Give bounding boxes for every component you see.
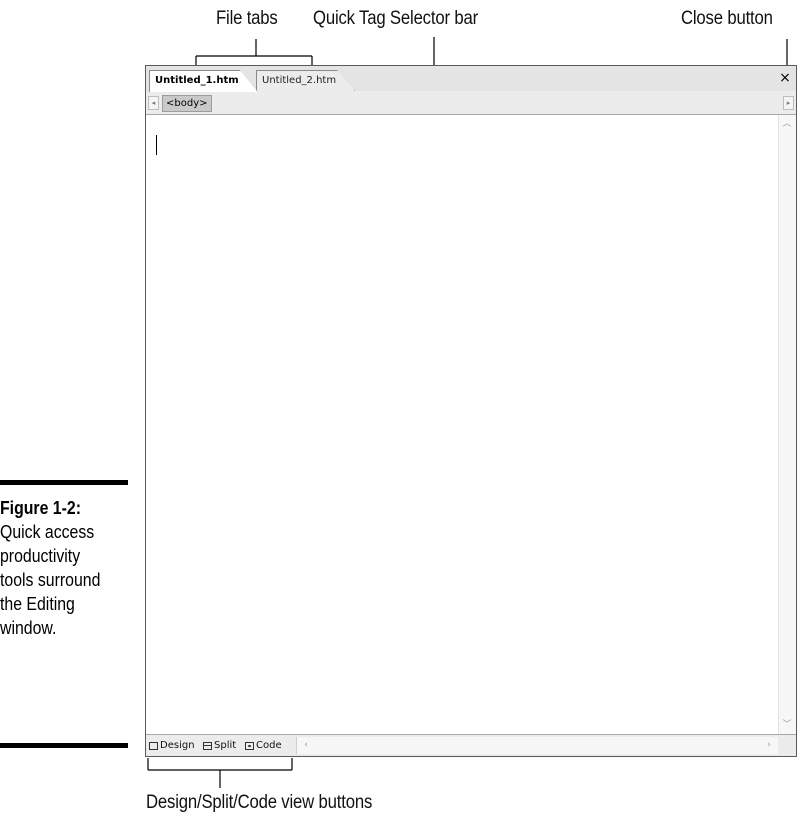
file-tab-bar: Untitled_1.htm Untitled_2.htm × xyxy=(146,66,796,92)
quick-tag-selector-bar: ◂ <body> ▸ xyxy=(146,91,796,115)
caption-bottom-rule xyxy=(0,743,128,748)
tag-scroll-left-icon[interactable]: ◂ xyxy=(148,96,159,110)
caption-top-rule xyxy=(0,480,128,485)
design-view-icon xyxy=(149,741,158,750)
horizontal-scrollbar[interactable]: ‹ › xyxy=(296,737,778,754)
vertical-scrollbar[interactable]: ︿ ﹀ xyxy=(778,115,796,734)
split-view-button[interactable]: Split xyxy=(203,738,236,753)
close-icon[interactable]: × xyxy=(778,70,792,86)
figure-caption: Figure 1-2: Quick access productivity to… xyxy=(0,496,116,640)
file-tab-untitled-1[interactable]: Untitled_1.htm xyxy=(149,70,258,92)
figure-caption-text: Quick access productivity tools surround… xyxy=(0,522,101,638)
figure-number: Figure 1-2: xyxy=(0,498,81,518)
file-tab-untitled-2[interactable]: Untitled_2.htm xyxy=(256,70,355,91)
editing-area[interactable] xyxy=(146,115,778,734)
design-label: Design xyxy=(160,740,195,751)
scroll-left-icon[interactable]: ‹ xyxy=(300,739,312,751)
body-tag-chip[interactable]: <body> xyxy=(162,95,212,112)
split-label: Split xyxy=(214,740,237,751)
editor-window: Untitled_1.htm Untitled_2.htm × ◂ <body>… xyxy=(145,65,797,757)
code-view-button[interactable]: Code xyxy=(245,738,282,753)
split-view-icon xyxy=(203,741,212,750)
design-view-button[interactable]: Design xyxy=(149,738,195,753)
tag-scroll-right-icon[interactable]: ▸ xyxy=(783,96,794,110)
view-toolbar: Design Split Code ‹ › xyxy=(146,734,796,756)
code-view-icon xyxy=(245,741,254,750)
scroll-down-icon[interactable]: ﹀ xyxy=(781,719,793,731)
code-label: Code xyxy=(256,740,282,751)
scroll-right-icon[interactable]: › xyxy=(763,739,775,751)
text-caret xyxy=(156,135,157,155)
scroll-up-icon[interactable]: ︿ xyxy=(781,118,793,130)
